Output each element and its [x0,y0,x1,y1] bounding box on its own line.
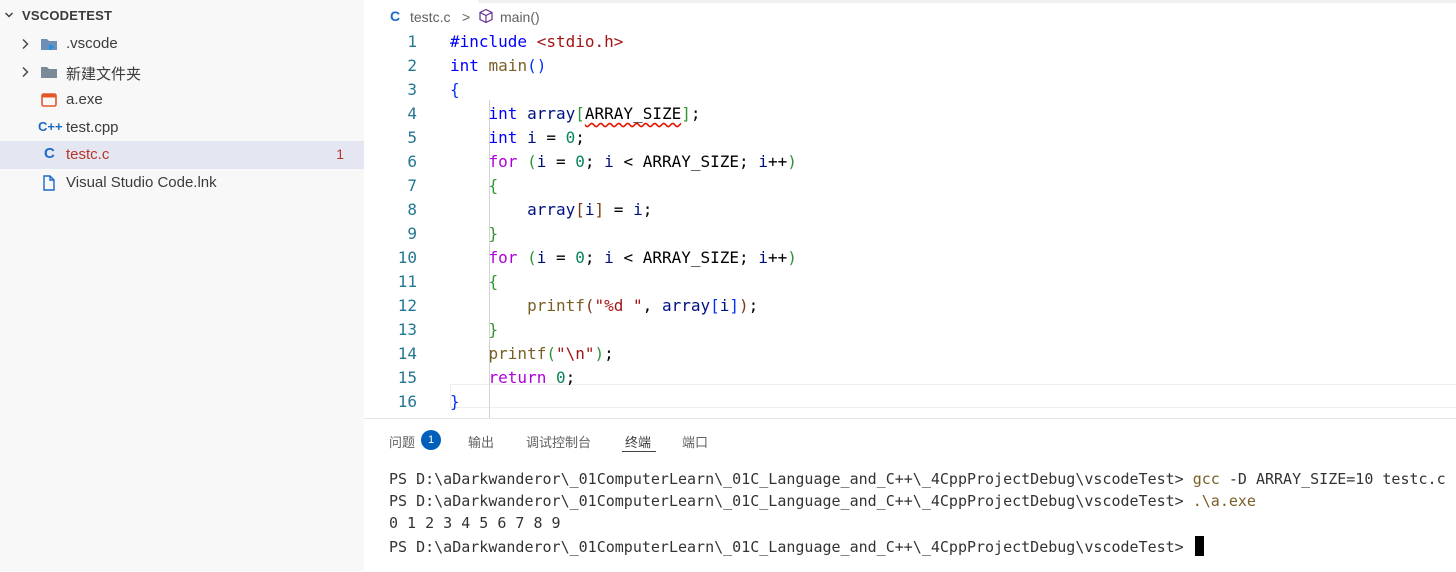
code-line[interactable]: 16 } [364,390,1456,414]
terminal-prompt: PS D:\aDarkwanderor\_01ComputerLearn\_01… [389,470,1184,488]
code-line[interactable]: 15 return 0; [364,366,1456,390]
code-text: } [488,224,499,243]
chevron-down-icon[interactable] [5,11,13,19]
breadcrumb-separator: > [462,9,471,25]
code-line[interactable]: 6 for (i = 0; i < ARRAY_SIZE; i++) [364,150,1456,174]
vscode-folder-icon [41,39,57,50]
code-line[interactable]: 5 int i = 0; [364,126,1456,150]
terminal-cursor [1194,536,1204,556]
exe-icon [41,93,57,107]
terminal-command-args: -D ARRAY_SIZE=10 testc.c [1228,470,1446,488]
terminal-output: 0 1 2 3 4 5 6 7 8 9 [389,514,561,532]
tree-item-a-exe[interactable]: a.exe [0,86,364,114]
active-tab-indicator [622,451,656,452]
code-text: for (i = 0; i < ARRAY_SIZE; i++) [488,152,797,171]
line-number: 12 [397,296,417,315]
tab-debug-console[interactable]: 调试控制台 [526,432,591,451]
tree-item-label: 新建文件夹 [66,66,142,83]
code-text: int i = 0; [488,128,585,147]
tree-item-label: testc.c [66,146,110,163]
line-number: 14 [397,344,417,363]
terminal-prompt: PS D:\aDarkwanderor\_01ComputerLearn\_01… [389,492,1184,510]
code-text: } [450,392,460,411]
tab-ports[interactable]: 端口 [682,432,708,451]
chevron-right-icon[interactable] [20,66,30,78]
line-number: 9 [407,224,417,243]
tree-item-label: test.cpp [66,119,119,136]
line-number: 1 [407,32,417,51]
code-text: return 0; [488,368,576,387]
line-number: 4 [407,104,417,123]
code-line[interactable]: 14 printf("\n"); [364,342,1456,366]
terminal-command: gcc [1192,470,1220,488]
code-line[interactable]: 13 } [364,318,1456,342]
line-number: 10 [397,248,417,267]
tree-item-label: .vscode [66,35,118,52]
code-text: { [488,176,499,195]
tree-item-vscode-lnk[interactable]: Visual Studio Code.lnk [0,169,364,197]
tree-item-test-cpp[interactable]: C++ test.cpp [0,114,364,142]
line-number: 15 [397,368,417,387]
terminal-prompt: PS D:\aDarkwanderor\_01ComputerLearn\_01… [389,538,1184,556]
code-line[interactable]: 10 for (i = 0; i < ARRAY_SIZE; i++) [364,246,1456,270]
terminal-line: PS D:\aDarkwanderor\_01ComputerLearn\_01… [389,492,1256,510]
code-text: for (i = 0; i < ARRAY_SIZE; i++) [488,248,797,267]
folder-icon [41,67,57,78]
explorer-sidebar: VSCODETEST .vscode 新建文件夹 a.exe C++ test.… [0,0,364,571]
code-text: int array[ARRAY_SIZE]; [488,104,701,123]
code-text: { [450,80,460,99]
terminal-line: PS D:\aDarkwanderor\_01ComputerLearn\_01… [389,470,1446,488]
code-line[interactable]: 12 printf("%d ", array[i]); [364,294,1456,318]
tab-bar-strip [478,0,1456,3]
line-number: 3 [407,80,417,99]
tree-item-new-folder[interactable]: 新建文件夹 [0,58,364,86]
code-line[interactable]: 8 array[i] = i; [364,198,1456,222]
tab-problems[interactable]: 问题 [389,432,415,451]
code-line[interactable]: 1 #include <stdio.h> [364,30,1456,54]
line-number: 8 [407,200,417,219]
code-text: } [488,320,499,339]
c-icon: C [390,8,401,24]
line-number: 7 [407,176,417,195]
code-line[interactable]: 9 } [364,222,1456,246]
code-line[interactable]: 4 int array[ARRAY_SIZE]; [364,102,1456,126]
terminal-line[interactable]: PS D:\aDarkwanderor\_01ComputerLearn\_01… [389,536,1204,556]
code-text: { [488,272,499,291]
code-line[interactable]: 11 { [364,270,1456,294]
explorer-title[interactable]: VSCODETEST [22,8,112,23]
code-text: printf("\n"); [488,344,614,363]
line-number: 16 [397,392,417,411]
chevron-right-icon[interactable] [20,38,30,50]
tab-terminal[interactable]: 终端 [625,432,651,451]
tree-item-label: a.exe [66,91,103,108]
tree-item-testc-c[interactable]: C testc.c 1 [0,141,364,169]
c-icon: C [44,145,55,162]
code-line[interactable]: 2 int main() [364,54,1456,78]
line-number: 5 [407,128,417,147]
tree-item-vscode[interactable]: .vscode [0,30,364,58]
code-line[interactable]: 3 { [364,78,1456,102]
code-text: array[i] = i; [527,200,653,219]
code-text: #include <stdio.h> [450,32,624,51]
tree-item-label: Visual Studio Code.lnk [66,174,217,191]
line-number: 13 [397,320,417,339]
method-cube-icon [479,8,493,24]
cpp-icon: C++ [38,119,63,134]
problems-count-badge: 1 [421,430,441,450]
breadcrumb-symbol[interactable]: main() [500,9,540,25]
code-text: printf("%d ", array[i]); [527,296,759,315]
tab-output[interactable]: 输出 [468,432,494,451]
problem-count-badge: 1 [336,146,344,162]
terminal-command: .\a.exe [1192,492,1256,510]
code-line[interactable]: 7 { [364,174,1456,198]
line-number: 6 [407,152,417,171]
line-number: 11 [397,272,417,291]
breadcrumb-file[interactable]: testc.c [410,9,450,25]
file-icon [43,175,55,191]
line-number: 2 [407,56,417,75]
code-text: int main() [450,56,547,75]
